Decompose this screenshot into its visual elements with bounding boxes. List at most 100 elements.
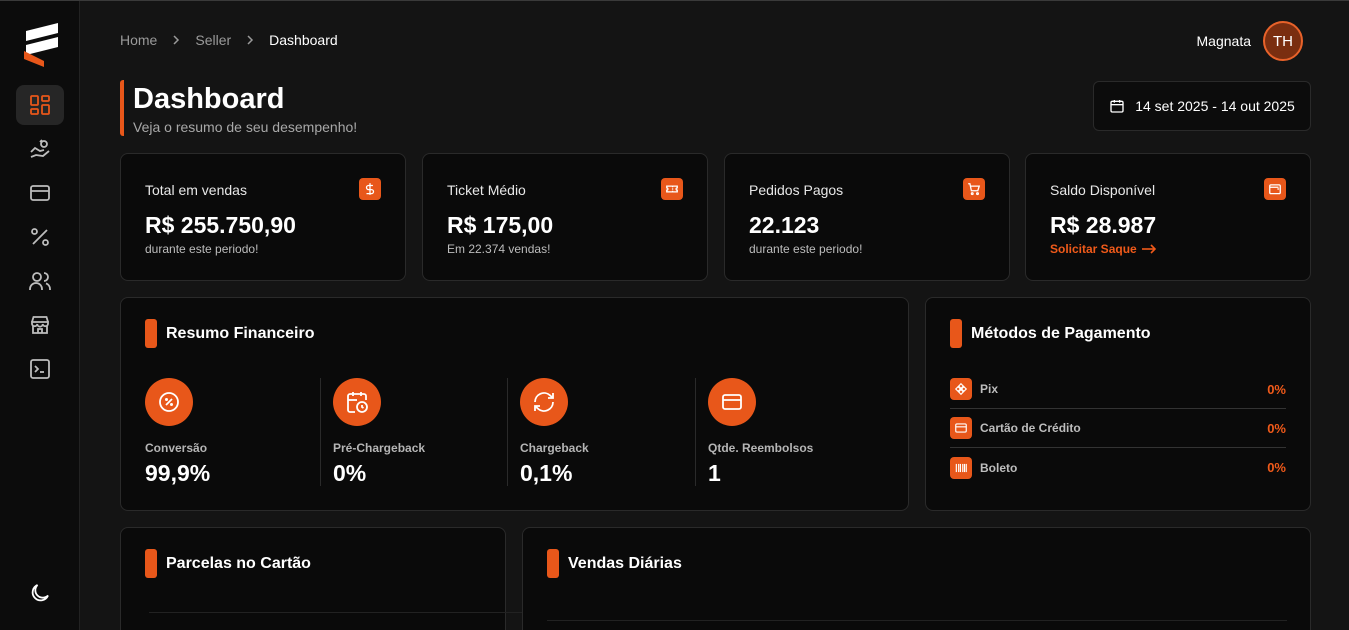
barcode-icon — [950, 456, 972, 479]
metric-value: 0,1% — [520, 460, 573, 486]
accent-bar — [950, 319, 962, 348]
divider — [320, 378, 321, 486]
stat-card-pedidos-pagos: Pedidos Pagos 22.123 durante este period… — [724, 153, 1010, 281]
section-title: Métodos de Pagamento — [950, 319, 1151, 348]
stat-label: Saldo Disponível — [1050, 182, 1156, 198]
metric-reembolsos: Qtde. Reembolsos 1 — [708, 378, 888, 486]
dashboard-grid-icon — [30, 95, 50, 115]
section-title-text: Resumo Financeiro — [166, 324, 315, 342]
breadcrumb-home[interactable]: Home — [120, 32, 157, 48]
stat-card-ticket-medio: Ticket Médio R$ 175,00 Em 22.374 vendas! — [422, 153, 708, 281]
credit-card-icon — [708, 378, 756, 426]
metric-value: 1 — [708, 460, 721, 486]
moon-icon — [31, 584, 49, 602]
resumo-financeiro-card: Resumo Financeiro Conversão 99,9% Pré-Ch… — [120, 297, 909, 511]
ticket-icon — [661, 178, 683, 200]
payment-name: Cartão de Crédito — [980, 421, 1081, 435]
percent-circle-icon — [145, 378, 193, 426]
stat-value: R$ 28.987 — [1050, 212, 1157, 238]
chevron-right-icon — [171, 35, 181, 45]
accent-bar — [547, 549, 559, 578]
percent-icon — [31, 228, 49, 246]
payment-pct: 0% — [1267, 460, 1286, 475]
cart-icon — [963, 178, 985, 200]
chevron-right-icon — [245, 35, 255, 45]
chart-gridline — [547, 620, 1287, 621]
metric-chargeback: Chargeback 0,1% — [520, 378, 700, 486]
arrow-right-icon — [1141, 244, 1156, 254]
nav-terminal[interactable] — [16, 349, 64, 389]
section-title-text: Vendas Diárias — [568, 554, 682, 572]
divider — [507, 378, 508, 486]
payment-row-pix: Pix 0% — [950, 370, 1286, 409]
nav-discounts[interactable] — [16, 217, 64, 257]
breadcrumb-current: Dashboard — [269, 32, 338, 48]
accent-bar — [145, 549, 157, 578]
nav-users[interactable] — [16, 261, 64, 301]
solicitar-saque-link[interactable]: Solicitar Saque — [1050, 242, 1157, 256]
section-title-text: Parcelas no Cartão — [166, 554, 311, 572]
stat-value: 22.123 — [749, 212, 820, 238]
calendar-icon — [1110, 100, 1124, 113]
nav-store[interactable] — [16, 305, 64, 345]
metric-label: Conversão — [145, 441, 208, 455]
metric-value: 99,9% — [145, 460, 211, 486]
payment-pct: 0% — [1267, 420, 1286, 436]
page-header: Dashboard Veja o resumo de seu desempenh… — [120, 80, 357, 136]
sidebar — [0, 1, 80, 630]
stat-label: Ticket Médio — [447, 182, 526, 198]
metric-label: Chargeback — [520, 441, 589, 455]
stat-sub: Em 22.374 vendas! — [447, 242, 551, 256]
solicitar-saque-label: Solicitar Saque — [1050, 242, 1137, 256]
page-subtitle: Veja o resumo de seu desempenho! — [133, 119, 358, 135]
pix-icon — [950, 378, 972, 400]
section-title: Vendas Diárias — [547, 549, 682, 578]
theme-toggle[interactable] — [16, 573, 64, 613]
date-range-label: 14 set 2025 - 14 out 2025 — [1135, 98, 1295, 114]
metodos-pagamento-card: Métodos de Pagamento Pix 0% Cartão de Cr… — [925, 297, 1311, 511]
store-icon — [31, 316, 49, 334]
page-title: Dashboard — [133, 83, 285, 115]
metric-label: Qtde. Reembolsos — [708, 441, 814, 455]
stat-value: R$ 175,00 — [447, 212, 554, 238]
metric-value: 0% — [333, 460, 367, 486]
stat-card-total-vendas: Total em vendas R$ 255.750,90 durante es… — [120, 153, 406, 281]
calendar-clock-icon — [333, 378, 381, 426]
users-icon — [29, 272, 51, 290]
stat-card-saldo: Saldo Disponível R$ 28.987 Solicitar Saq… — [1025, 153, 1311, 281]
stat-label: Total em vendas — [145, 182, 247, 198]
vendas-diarias-card: Vendas Diárias — [522, 527, 1311, 630]
payment-row-boleto: Boleto 0% — [950, 448, 1286, 487]
nav-dashboard[interactable] — [16, 85, 64, 125]
parcelas-card: Parcelas no Cartão — [120, 527, 659, 630]
section-title-text: Métodos de Pagamento — [971, 324, 1151, 342]
stat-sub: durante este periodo! — [749, 242, 863, 256]
terminal-icon — [30, 359, 50, 379]
breadcrumb: Home Seller Dashboard — [120, 32, 338, 48]
credit-card-icon — [30, 185, 50, 201]
user-menu[interactable]: Magnata TH — [1197, 21, 1303, 61]
payment-name: Boleto — [980, 460, 1018, 475]
breadcrumb-seller[interactable]: Seller — [195, 32, 231, 48]
hand-coins-icon — [30, 139, 50, 158]
metric-label: Pré-Chargeback — [333, 441, 426, 455]
payment-name: Pix — [980, 382, 999, 396]
wallet-icon — [1264, 178, 1286, 200]
date-range-picker[interactable]: 14 set 2025 - 14 out 2025 — [1093, 81, 1311, 131]
user-name: Magnata — [1196, 33, 1251, 49]
metric-conversao: Conversão 99,9% — [145, 378, 325, 486]
payment-pct: 0% — [1267, 381, 1286, 397]
refresh-icon — [520, 378, 568, 426]
section-title: Resumo Financeiro — [145, 319, 314, 348]
metric-pre-chargeback: Pré-Chargeback 0% — [333, 378, 513, 486]
brand-logo[interactable] — [22, 21, 62, 69]
divider — [695, 378, 696, 486]
avatar[interactable]: TH — [1263, 21, 1303, 61]
accent-bar — [145, 319, 157, 348]
payment-row-cartao: Cartão de Crédito 0% — [950, 409, 1286, 448]
nav-cards[interactable] — [16, 173, 64, 213]
stat-label: Pedidos Pagos — [749, 182, 844, 198]
dollar-icon — [359, 178, 381, 200]
stat-value: R$ 255.750,90 — [145, 212, 296, 238]
nav-transactions[interactable] — [16, 129, 64, 169]
